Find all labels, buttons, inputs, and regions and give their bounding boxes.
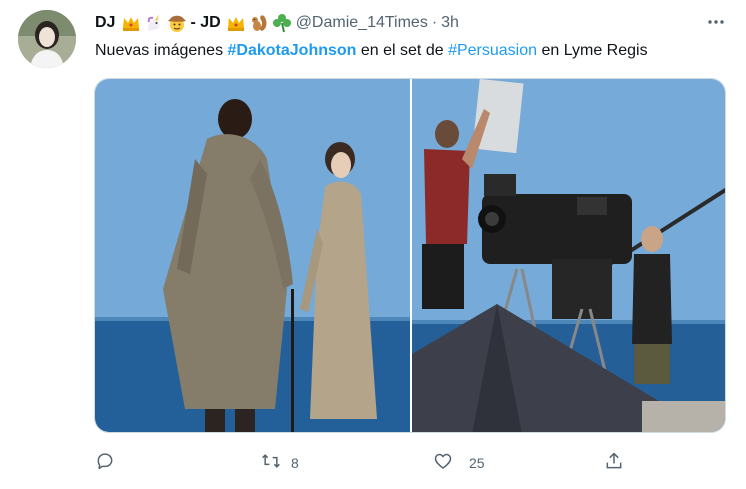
retweet-count: 8 — [291, 455, 299, 471]
display-name[interactable]: DJ — [95, 14, 115, 32]
hashtag-dakotajohnson[interactable]: #DakotaJohnson — [228, 42, 357, 59]
like-count: 25 — [469, 455, 485, 471]
retweet-icon — [261, 451, 281, 476]
reply-icon — [95, 451, 115, 476]
separator-dot: · — [431, 14, 438, 31]
avatar[interactable] — [18, 10, 76, 68]
tweet-text-middle: en el set de — [356, 42, 449, 59]
like-button[interactable]: 25 — [433, 448, 485, 478]
shamrock-icon — [272, 13, 292, 33]
heart-icon — [433, 451, 453, 476]
crown-icon — [226, 13, 246, 33]
tweet-text-intro: Nuevas imágenes — [95, 42, 228, 59]
tweet-actions: 8 25 — [95, 448, 655, 478]
share-button[interactable] — [604, 448, 624, 478]
squirrel-icon — [249, 13, 269, 33]
media-grid[interactable] — [94, 78, 726, 433]
share-icon — [604, 451, 624, 476]
display-name-suffix[interactable]: - JD — [190, 14, 220, 32]
cowboy-face-icon — [167, 13, 187, 33]
user-handle[interactable]: @Damie_14Times — [296, 14, 428, 32]
photo-actors-on-set[interactable] — [95, 79, 410, 432]
tweet-header: DJ - JD @Damie_14Times · 3h — [95, 12, 459, 34]
reply-button[interactable] — [95, 448, 115, 478]
photo-film-crew[interactable] — [412, 79, 725, 432]
hashtag-persuasion[interactable]: #Persuasion — [448, 42, 537, 59]
tweet-text-end: en Lyme Regis — [537, 42, 648, 59]
crown-icon — [121, 13, 141, 33]
unicorn-icon — [144, 13, 164, 33]
tweet[interactable]: DJ - JD @Damie_14Times · 3h Nuevas imáge… — [0, 0, 746, 489]
retweet-button[interactable]: 8 — [261, 448, 299, 478]
more-icon[interactable] — [706, 12, 726, 32]
tweet-text: Nuevas imágenes #DakotaJohnson en el set… — [95, 40, 648, 62]
timestamp[interactable]: 3h — [441, 14, 459, 32]
